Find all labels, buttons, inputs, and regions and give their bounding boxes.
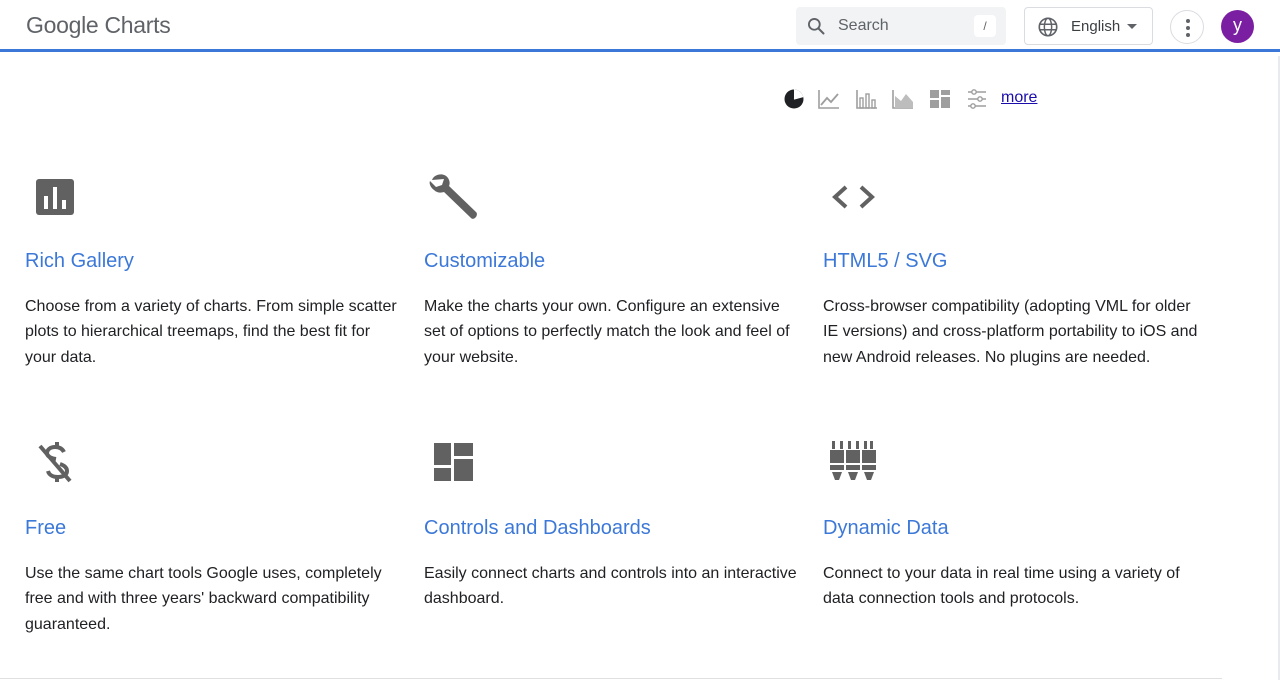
feature-title[interactable]: HTML5 / SVG bbox=[823, 250, 947, 273]
feature-description: Cross-browser compatibility (adopting VM… bbox=[823, 298, 1198, 366]
code-icon bbox=[832, 185, 875, 209]
treemap-icon[interactable] bbox=[929, 88, 951, 110]
avatar[interactable]: y bbox=[1221, 10, 1254, 43]
pie-chart-icon[interactable] bbox=[783, 88, 805, 110]
feature-description: Connect to your data in real time using … bbox=[823, 565, 1180, 608]
money-off-icon bbox=[38, 442, 72, 483]
area-chart-icon[interactable] bbox=[892, 88, 914, 110]
language-selector[interactable]: English bbox=[1024, 7, 1153, 45]
search-icon bbox=[808, 18, 825, 35]
search-box[interactable]: Search / bbox=[796, 7, 1006, 45]
wrench-icon bbox=[429, 174, 477, 219]
more-options-button[interactable] bbox=[1170, 10, 1204, 44]
feature-description: Easily connect charts and controls into … bbox=[424, 565, 797, 608]
feature-title[interactable]: Free bbox=[25, 517, 66, 540]
search-shortcut-key: / bbox=[974, 15, 996, 37]
feature-description: Choose from a variety of charts. From si… bbox=[25, 298, 397, 366]
feature-description: Use the same chart tools Google uses, co… bbox=[25, 565, 382, 633]
dot-icon bbox=[1186, 26, 1190, 30]
dot-icon bbox=[1186, 33, 1190, 37]
feature-title[interactable]: Controls and Dashboards bbox=[424, 517, 651, 540]
feature-title[interactable]: Dynamic Data bbox=[823, 517, 949, 540]
search-placeholder: Search bbox=[838, 17, 889, 34]
feature-title[interactable]: Customizable bbox=[424, 250, 545, 273]
bar-chart-icon[interactable] bbox=[856, 88, 878, 110]
more-charts-link[interactable]: more bbox=[1001, 89, 1037, 107]
logo-product-text: Charts bbox=[104, 12, 171, 38]
active-tab-indicator bbox=[30, 52, 62, 56]
language-label: English bbox=[1071, 18, 1121, 35]
top-header: Google Charts Search / English y bbox=[0, 0, 1280, 52]
controls-icon[interactable] bbox=[966, 88, 988, 110]
bar-chart-icon bbox=[36, 179, 74, 215]
dashboard-icon bbox=[434, 443, 473, 481]
line-chart-icon[interactable] bbox=[818, 88, 840, 110]
feature-description: Make the charts your own. Configure an e… bbox=[424, 298, 790, 366]
chevron-down-icon bbox=[1127, 24, 1137, 29]
feature-title[interactable]: Rich Gallery bbox=[25, 250, 134, 273]
sliders-icon bbox=[830, 441, 876, 480]
logo-google-text: Google bbox=[26, 12, 99, 38]
site-logo[interactable]: Google Charts bbox=[26, 12, 171, 39]
dot-icon bbox=[1186, 19, 1190, 23]
section-divider bbox=[0, 678, 1222, 679]
globe-icon bbox=[1038, 17, 1058, 37]
